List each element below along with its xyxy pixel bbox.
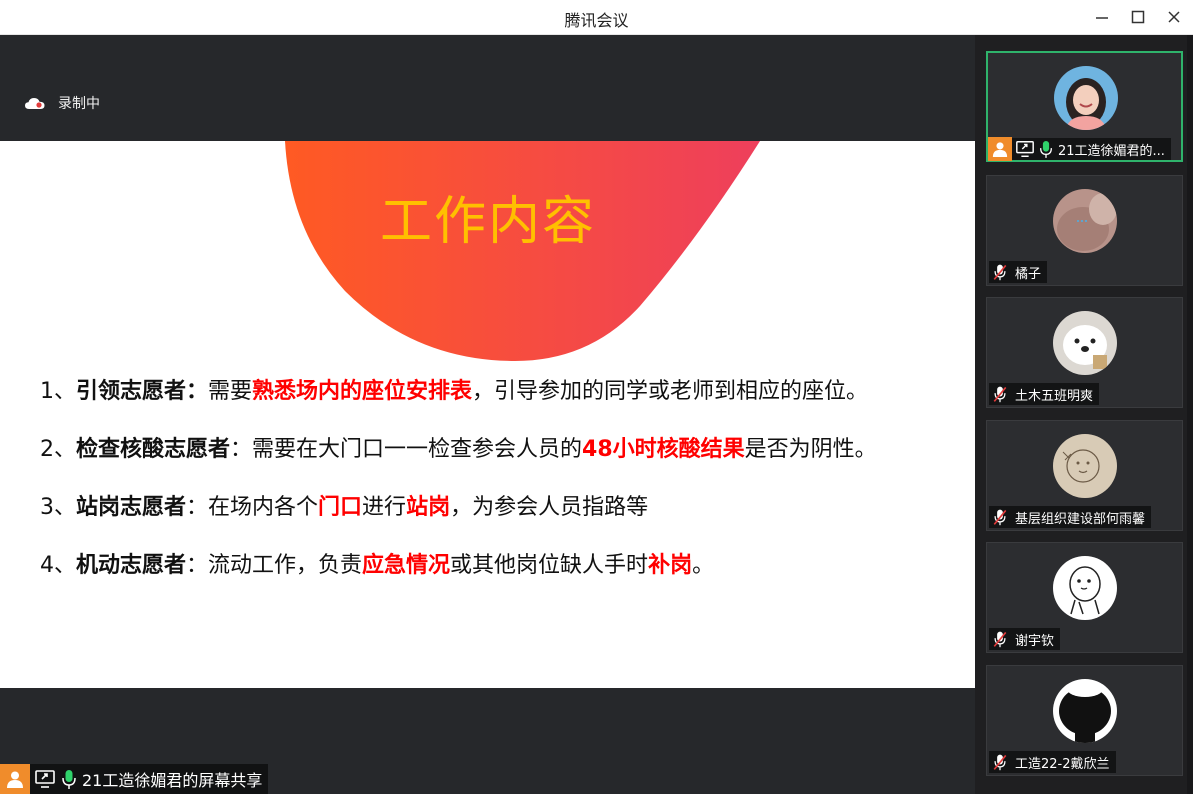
item-highlight: 应急情况 [362, 553, 451, 578]
minimize-button[interactable] [1088, 4, 1116, 30]
participant-name: 橘子 [1015, 266, 1042, 282]
screen-share-icon [35, 770, 55, 788]
screen-share-label: 21工造徐媚君的屏幕共享 [0, 764, 269, 794]
participant-sidebar: 21工造徐媚君的... 橘子 土木五班明爽 基层组织建设部何雨馨 谢宇钦 工造2… [975, 35, 1193, 794]
user-icon [988, 137, 1012, 161]
item-role: 站岗志愿者 [76, 495, 187, 520]
muted-microphone-icon [989, 383, 1011, 405]
participant-tile[interactable]: 21工造徐媚君的... [986, 51, 1183, 162]
item-text: ：需要在大门口一一检查参会人员的 [230, 437, 583, 462]
item-role: 机动志愿者 [76, 553, 187, 578]
sidebar-scrollbar[interactable] [1187, 35, 1193, 794]
item-highlight: 补岗 [648, 553, 693, 578]
avatar [1053, 556, 1117, 620]
participant-name: 谢宇钦 [1015, 633, 1055, 649]
muted-microphone-icon [989, 751, 1011, 773]
avatar [1053, 189, 1117, 253]
slide-item-1: 1、引领志愿者：需要熟悉场内的座位安排表，引导参加的同学或老师到相应的座位。 [40, 373, 868, 405]
item-text: ：流动工作，负责 [186, 553, 363, 578]
participant-name-tag: 谢宇钦 [989, 628, 1061, 650]
participant-tile[interactable]: 谢宇钦 [986, 542, 1183, 653]
item-number: 4、 [40, 553, 76, 578]
item-number: 3、 [40, 495, 76, 520]
recording-indicator: 录制中 [24, 93, 100, 113]
participant-name: 工造22-2戴欣兰 [1015, 756, 1110, 772]
user-icon [0, 764, 30, 794]
window-title: 腾讯会议 [564, 11, 629, 30]
close-button[interactable] [1160, 4, 1188, 30]
screen-share-name: 21工造徐媚君的屏幕共享 [82, 771, 263, 790]
maximize-icon [1131, 10, 1145, 24]
item-text: 进行 [362, 495, 407, 520]
screen-share-icon [1016, 141, 1034, 157]
muted-microphone-icon [989, 506, 1011, 528]
item-highlight: 48小时核酸结果 [582, 437, 745, 462]
slide-item-4: 4、机动志愿者：流动工作，负责应急情况或其他岗位缺人手时补岗。 [40, 547, 714, 579]
item-highlight: 站岗 [406, 495, 451, 520]
item-text: 需要 [208, 379, 253, 404]
item-text: ，为参会人员指路等 [450, 495, 649, 520]
participant-name-tag: 橘子 [989, 261, 1048, 283]
close-icon [1168, 11, 1180, 23]
item-highlight: 熟悉场内的座位安排表 [252, 379, 473, 404]
avatar [1054, 66, 1118, 130]
muted-microphone-icon [989, 261, 1011, 283]
microphone-icon [1040, 141, 1052, 158]
participant-name-tag: 基层组织建设部何雨馨 [989, 506, 1152, 528]
microphone-icon [62, 770, 76, 789]
slide-item-2: 2、检查核酸志愿者：需要在大门口一一检查参会人员的48小时核酸结果是否为阴性。 [40, 431, 877, 463]
participant-name: 基层组织建设部何雨馨 [1015, 511, 1146, 527]
avatar [1053, 434, 1117, 498]
recording-label: 录制中 [58, 96, 100, 112]
slide-title: 工作内容 [380, 192, 597, 252]
item-role: 引领志愿者： [76, 379, 209, 404]
item-text: ：在场内各个 [186, 495, 319, 520]
participant-tile[interactable]: 土木五班明爽 [986, 297, 1183, 408]
item-number: 2、 [40, 437, 76, 462]
presentation-slide: 工作内容 1、引领志愿者：需要熟悉场内的座位安排表，引导参加的同学或老师到相应的… [0, 141, 975, 688]
participant-name: 土木五班明爽 [1015, 388, 1094, 404]
participant-name-tag: 21工造徐媚君的... [988, 137, 1171, 161]
maximize-button[interactable] [1124, 4, 1152, 30]
minimize-icon [1096, 17, 1108, 19]
shared-screen-area: 录制中 工作内容 1、引领志愿者：需要熟悉场内的座位安排表，引导参加的同学或老师… [0, 35, 975, 794]
item-text: 是否为阴性。 [744, 437, 877, 462]
avatar [1053, 311, 1117, 375]
item-number: 1、 [40, 379, 76, 404]
participant-tile[interactable]: 橘子 [986, 175, 1183, 286]
participant-name: 21工造徐媚君的... [1058, 143, 1165, 159]
avatar [1053, 679, 1117, 743]
muted-microphone-icon [989, 628, 1011, 650]
item-text: 或其他岗位缺人手时 [450, 553, 649, 578]
participant-tile[interactable]: 基层组织建设部何雨馨 [986, 420, 1183, 531]
item-text: 。 [692, 553, 715, 578]
title-bar: 腾讯会议 [0, 0, 1193, 35]
participant-name-tag: 工造22-2戴欣兰 [989, 751, 1116, 773]
cloud-icon [25, 98, 45, 109]
participant-name-tag: 土木五班明爽 [989, 383, 1100, 405]
slide-item-3: 3、站岗志愿者：在场内各个门口进行站岗，为参会人员指路等 [40, 489, 648, 521]
participant-tile[interactable]: 工造22-2戴欣兰 [986, 665, 1183, 776]
item-highlight: 门口 [318, 495, 363, 520]
item-role: 检查核酸志愿者 [76, 437, 231, 462]
item-text: ，引导参加的同学或老师到相应的座位。 [472, 379, 869, 404]
